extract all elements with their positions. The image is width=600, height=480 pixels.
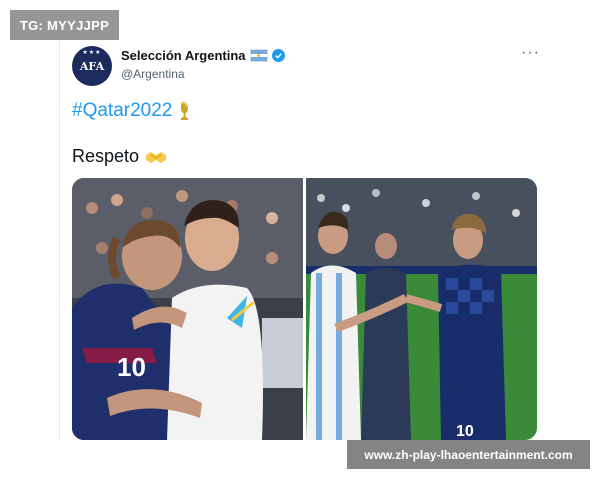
hashtag-row: #Qatar2022 <box>72 100 192 122</box>
author-display-name[interactable]: Selección Argentina <box>121 48 246 63</box>
author-handle[interactable]: @Argentina <box>121 67 185 81</box>
more-options-icon[interactable]: ··· <box>521 45 540 61</box>
avatar[interactable]: ★★★ AFA <box>72 46 112 86</box>
tweet-text-row: Respeto <box>72 146 167 167</box>
site-watermark: www.zh-play-lhaoentertainment.com <box>347 440 590 469</box>
channel-tag-overlay: TG: MYYJJPP <box>10 10 119 40</box>
handshake-icon <box>146 151 167 163</box>
tweet-text: Respeto <box>72 146 140 166</box>
avatar-logo-text: AFA <box>79 59 105 73</box>
argentina-flag-icon <box>249 49 268 62</box>
tweet-border <box>59 40 60 440</box>
verified-badge-icon <box>271 49 285 62</box>
trophy-icon <box>181 102 189 120</box>
author-name-row[interactable]: Selección Argentina <box>121 48 285 63</box>
photo-handshake[interactable]: 10 <box>305 178 537 440</box>
jersey-number-right: 10 <box>456 423 474 440</box>
avatar-stars-icon: ★★★ <box>82 50 102 56</box>
media-gallery[interactable]: 10 10 <box>72 178 537 440</box>
hashtag-link[interactable]: #Qatar2022 <box>72 100 172 122</box>
jersey-number-left: 10 <box>117 352 146 382</box>
photo-hug[interactable]: 10 <box>72 178 304 440</box>
